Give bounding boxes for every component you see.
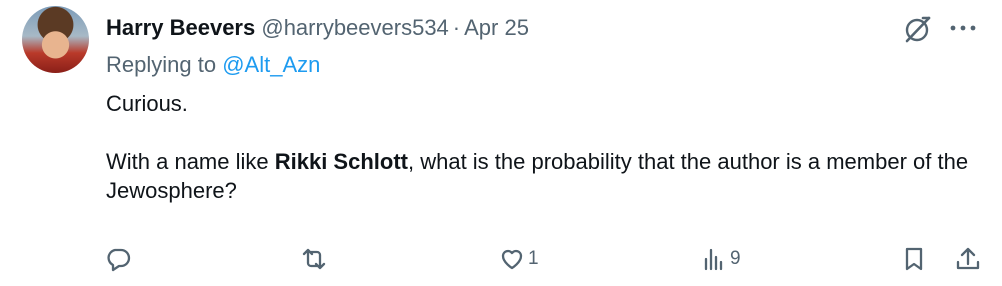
reply-icon	[107, 248, 131, 272]
tweet-header: Harry Beevers @harrybeevers534 · Apr 25	[106, 14, 529, 42]
tweet-date[interactable]: Apr 25	[464, 15, 529, 40]
like-icon	[501, 249, 523, 270]
avatar[interactable]	[22, 6, 89, 73]
views-button[interactable]: 9	[700, 243, 741, 275]
like-button[interactable]: 1	[498, 243, 539, 275]
like-count: 1	[528, 248, 539, 269]
views-count: 9	[730, 248, 741, 269]
replying-to: Replying to @Alt_Azn	[106, 51, 320, 79]
action-bar: 1 9	[104, 243, 984, 275]
replying-prefix: Replying to	[106, 52, 217, 77]
separator-dot: ·	[452, 15, 461, 40]
display-name[interactable]: Harry Beevers	[106, 15, 255, 40]
tweet-card[interactable]: Harry Beevers @harrybeevers534 · Apr 25 Re…	[0, 0, 1002, 286]
tweet-text-line2: With a name like Rikki Schlott, what is …	[106, 147, 976, 205]
bookmark-button[interactable]	[900, 243, 928, 275]
retweet-icon	[302, 248, 326, 270]
retweet-button[interactable]	[300, 243, 330, 275]
views-icon	[704, 248, 723, 271]
share-icon	[956, 247, 980, 270]
tweet-text-line1: Curious.	[106, 91, 188, 116]
grok-icon[interactable]	[902, 13, 934, 45]
tweet-text: Curious. With a name like Rikki Schlott,…	[106, 89, 976, 205]
reply-button[interactable]	[104, 243, 134, 275]
more-icon[interactable]	[948, 14, 978, 42]
bookmark-icon	[905, 247, 923, 271]
tweet-text-bold: Rikki Schlott	[274, 149, 408, 174]
replying-to-handle[interactable]: @Alt_Azn	[222, 52, 320, 77]
share-button[interactable]	[954, 243, 982, 275]
tweet-text-pre: With a name like	[106, 149, 275, 174]
user-handle[interactable]: @harrybeevers534	[261, 15, 448, 40]
